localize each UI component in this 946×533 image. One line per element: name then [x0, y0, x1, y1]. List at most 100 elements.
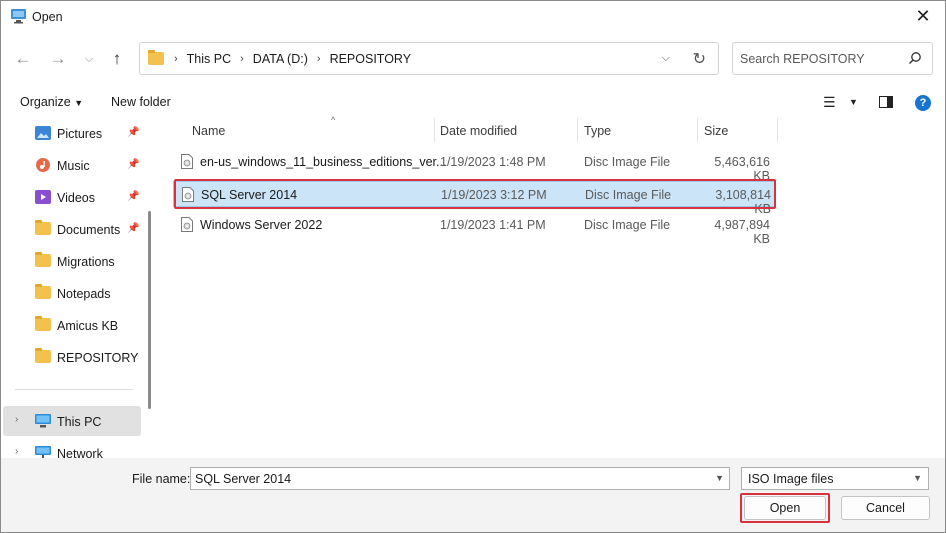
title-bar: Open ✕ — [1, 1, 945, 33]
sidebar-item-label: Music — [57, 159, 90, 173]
network-icon — [35, 446, 51, 458]
sidebar-item-videos[interactable]: Videos 📌 — [3, 182, 141, 212]
sidebar-item-repository[interactable]: REPOSITORY — [3, 342, 141, 372]
back-icon[interactable]: ← — [11, 45, 35, 73]
chevron-down-icon[interactable]: ▼ — [913, 473, 922, 483]
sidebar-item-documents[interactable]: Documents 📌 — [3, 214, 141, 244]
column-header-label: Name — [192, 124, 226, 138]
chevron-right-icon[interactable]: › — [15, 414, 18, 425]
file-name: Windows Server 2022 — [200, 218, 323, 232]
help-icon[interactable]: ? — [915, 95, 931, 111]
computer-icon — [35, 414, 51, 428]
column-header-size[interactable]: Size — [698, 118, 778, 144]
disc-image-file-icon — [181, 217, 193, 232]
new-folder-button[interactable]: New folder — [111, 95, 171, 109]
sidebar-item-label: Documents — [57, 223, 121, 237]
videos-icon — [35, 190, 51, 204]
file-name: en-us_windows_11_business_editions_ver..… — [200, 155, 447, 169]
sidebar-item-notepads[interactable]: Notepads — [3, 278, 141, 308]
chevron-down-icon[interactable]: ⌵ — [662, 52, 670, 65]
file-row[interactable]: en-us_windows_11_business_editions_ver..… — [173, 149, 775, 183]
organize-label: Organize — [20, 95, 71, 109]
folder-icon — [35, 316, 51, 332]
file-name-combobox[interactable]: ▼ — [190, 467, 730, 490]
address-bar[interactable]: › This PC › DATA (D:) › REPOSITORY ⌵ ↻ — [139, 42, 719, 75]
chevron-down-icon[interactable]: ▼ — [715, 473, 724, 483]
pictures-icon — [35, 126, 51, 140]
sidebar-item-label: Pictures — [57, 127, 103, 141]
sidebar-item-label: Videos — [57, 191, 95, 205]
folder-icon — [35, 220, 51, 236]
search-input[interactable] — [740, 51, 900, 67]
scrollbar[interactable] — [148, 211, 151, 409]
window-title: Open — [32, 10, 63, 24]
file-row[interactable]: Windows Server 2022 1/19/2023 1:41 PM Di… — [173, 212, 775, 246]
sidebar-item-music[interactable]: Music 📌 — [3, 150, 141, 180]
chevron-right-icon[interactable]: › — [317, 53, 321, 65]
sidebar-item-label: This PC — [57, 415, 102, 429]
sidebar-item-label: REPOSITORY — [57, 351, 139, 365]
file-date: 1/19/2023 1:48 PM — [440, 155, 546, 169]
organize-button[interactable]: Organize ▼ — [20, 95, 83, 109]
column-header-name[interactable]: ^ Name — [185, 115, 435, 144]
music-icon — [36, 158, 50, 172]
breadcrumb-data-drive[interactable]: DATA (D:) — [253, 52, 308, 66]
sidebar-item-migrations[interactable]: Migrations — [3, 246, 141, 276]
view-options-icon[interactable]: ☰ — [823, 94, 836, 111]
pin-icon[interactable]: 📌 — [127, 191, 139, 202]
folder-icon — [35, 284, 51, 300]
app-icon — [11, 9, 26, 24]
cancel-button[interactable]: Cancel — [841, 496, 930, 520]
breadcrumb: › This PC › DATA (D:) › REPOSITORY — [174, 52, 411, 66]
folder-icon — [35, 348, 51, 364]
sidebar-item-network[interactable]: › Network — [3, 438, 141, 458]
chevron-right-icon: › — [174, 53, 178, 65]
recent-locations-chevron-icon[interactable]: ⌵ — [77, 45, 101, 73]
column-separator[interactable] — [777, 118, 778, 142]
pin-icon[interactable]: 📌 — [127, 159, 139, 170]
refresh-icon[interactable]: ↻ — [693, 49, 706, 69]
navigation-pane: Pictures 📌 Music 📌 Videos 📌 Documents 📌 … — [1, 118, 159, 458]
column-header-label: Type — [584, 124, 612, 138]
preview-pane-icon[interactable] — [879, 96, 893, 108]
file-type-value: ISO Image files — [748, 472, 834, 486]
folder-icon — [148, 50, 164, 68]
column-header-type[interactable]: Type — [578, 118, 698, 144]
file-name-label: File name: — [132, 472, 191, 486]
highlight-box-open-button — [740, 493, 830, 523]
file-size: 4,987,894 KB — [714, 218, 770, 246]
file-list: ^ Name Date modified Type Size en-us_win… — [159, 115, 945, 458]
breadcrumb-this-pc[interactable]: This PC — [187, 52, 231, 66]
folder-icon — [35, 252, 51, 268]
up-icon[interactable]: ↑ — [105, 45, 129, 73]
pin-icon[interactable]: 📌 — [127, 223, 139, 234]
caret-down-icon[interactable]: ▼ — [849, 97, 858, 107]
search-box[interactable] — [732, 42, 933, 75]
sidebar-item-amicus-kb[interactable]: Amicus KB — [3, 310, 141, 340]
breadcrumb-repository[interactable]: REPOSITORY — [330, 52, 412, 66]
column-header-date[interactable]: Date modified — [435, 118, 577, 144]
search-icon[interactable] — [908, 51, 922, 65]
disc-image-file-icon — [181, 154, 193, 169]
caret-down-icon: ▼ — [74, 98, 84, 108]
file-name-input[interactable] — [195, 471, 695, 487]
footer-bar: File name: ▼ ISO Image files ▼ Open Canc… — [1, 458, 945, 532]
sidebar-item-label: Notepads — [57, 287, 111, 301]
forward-icon[interactable]: → — [46, 45, 70, 73]
sidebar-item-this-pc[interactable]: › This PC — [3, 406, 141, 436]
chevron-right-icon[interactable]: › — [15, 446, 18, 457]
sidebar-item-label: Migrations — [57, 255, 115, 269]
file-date: 1/19/2023 1:41 PM — [440, 218, 546, 232]
column-header-label: Date modified — [440, 124, 518, 138]
open-dialog: Open ✕ ← → ⌵ ↑ › This PC › DATA (D:) › R… — [0, 0, 946, 533]
pin-icon[interactable]: 📌 — [127, 127, 139, 138]
sidebar-item-label: Network — [57, 447, 103, 458]
chevron-right-icon[interactable]: › — [240, 53, 244, 65]
file-type-select[interactable]: ISO Image files ▼ — [741, 467, 929, 490]
divider — [15, 389, 133, 390]
file-type: Disc Image File — [584, 155, 671, 169]
sort-ascending-icon: ^ — [331, 115, 336, 125]
sidebar-item-pictures[interactable]: Pictures 📌 — [3, 118, 141, 148]
close-icon[interactable]: ✕ — [911, 5, 935, 27]
highlight-box-selected-file — [174, 179, 776, 209]
